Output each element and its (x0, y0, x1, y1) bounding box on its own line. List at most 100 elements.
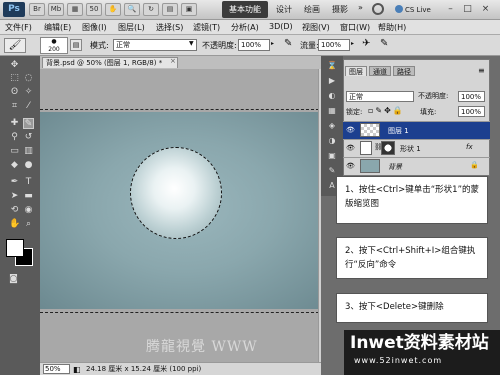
zoom-tool-icon[interactable]: 🔍 (124, 3, 140, 16)
vector-mask-thumbnail[interactable] (381, 141, 395, 155)
brush-size-picker[interactable]: ● 200 (40, 37, 68, 54)
eyedropper-tool-icon[interactable]: ⁄ (23, 101, 34, 112)
bridge-icon[interactable]: Br (29, 3, 45, 16)
arrange-documents-icon[interactable]: ▤ (162, 3, 178, 16)
fill-field[interactable]: 100% (458, 106, 485, 117)
shape-thumbnail[interactable] (360, 141, 372, 155)
mode-select[interactable]: 正常 (113, 39, 197, 51)
workspace-design-button[interactable]: 设计 (276, 4, 292, 15)
menu-window[interactable]: 窗口(W) (340, 22, 370, 33)
blend-mode-select[interactable]: 正常 (346, 91, 414, 102)
eye-icon[interactable]: 👁 (346, 126, 355, 135)
brush-tool-preset-icon[interactable]: 🖌 (4, 38, 26, 53)
menu-analysis[interactable]: 分析(A) (231, 22, 259, 33)
search-icon[interactable] (372, 3, 384, 15)
move-tool-icon[interactable]: ✥ (9, 60, 20, 71)
rotate-view-icon[interactable]: ↻ (143, 3, 159, 16)
swatches-panel-icon[interactable]: ▦ (325, 105, 339, 117)
eye-icon[interactable]: 👁 (346, 144, 355, 153)
path-selection-tool-icon[interactable]: ➤ (9, 191, 20, 202)
gradient-tool-icon[interactable]: ▥ (23, 146, 34, 157)
eye-icon[interactable]: 👁 (346, 162, 355, 171)
history-panel-icon[interactable]: ⌛ (325, 60, 339, 72)
layer-name[interactable]: 形状 1 (400, 144, 421, 154)
menu-3d[interactable]: 3D(D) (269, 22, 293, 31)
clone-stamp-tool-icon[interactable]: ⚲ (9, 132, 20, 143)
layer-name[interactable]: 图层 1 (388, 126, 409, 136)
cs-live-button[interactable]: CS Live (392, 3, 434, 17)
adjustments-panel-icon[interactable]: ◑ (325, 135, 339, 147)
actions-panel-icon[interactable]: ▶ (325, 75, 339, 87)
tab-channels[interactable]: 通道 (369, 66, 391, 76)
glass-sphere (130, 147, 222, 239)
instruction-step-1: 1、按住<Ctrl>键单击“形状1”的蒙版缩览图 (336, 176, 488, 224)
menu-file[interactable]: 文件(F) (5, 22, 32, 33)
eraser-tool-icon[interactable]: ▭ (9, 146, 20, 157)
menu-help[interactable]: 帮助(H) (378, 22, 406, 33)
pressure-size-icon[interactable]: ✎ (380, 38, 388, 49)
zoom-level-icon[interactable]: 50 (86, 3, 102, 16)
pen-tool-icon[interactable]: ✒ (9, 177, 20, 188)
zoom-field[interactable]: 50% (43, 364, 70, 374)
menu-edit[interactable]: 编辑(E) (44, 22, 71, 33)
background-thumbnail[interactable] (360, 159, 380, 173)
document-tab[interactable]: 背景.psd @ 50% (图层 1, RGB/8) * (42, 57, 178, 68)
flow-field[interactable]: 100% (318, 39, 350, 51)
panel-menu-icon[interactable]: ≡ (478, 66, 485, 75)
menu-filter[interactable]: 滤镜(T) (193, 22, 220, 33)
layer-thumbnail[interactable] (360, 123, 380, 137)
menu-layer[interactable]: 图层(L) (118, 22, 145, 33)
fx-icon[interactable]: fx (466, 143, 473, 151)
history-brush-tool-icon[interactable]: ↺ (23, 132, 34, 143)
masks-panel-icon[interactable]: ▣ (325, 150, 339, 162)
shape-tool-icon[interactable]: ▬ (23, 191, 34, 202)
layer-name[interactable]: 背景 (388, 162, 402, 172)
zoom-tool-icon[interactable]: ⌕ (23, 219, 34, 230)
menu-select[interactable]: 选择(S) (156, 22, 183, 33)
opacity-field[interactable]: 100% (238, 39, 270, 51)
workspace-more-button[interactable]: » (358, 3, 363, 12)
styles-panel-icon[interactable]: ◈ (325, 120, 339, 132)
brush-tool-icon[interactable]: ✎ (23, 118, 34, 129)
marquee-tool-icon[interactable]: ⬚ (9, 73, 20, 84)
workspace-photography-button[interactable]: 摄影 (332, 4, 348, 15)
brush-panel-toggle-icon[interactable]: ▤ (70, 39, 82, 51)
hand-tool-icon[interactable]: ✋ (105, 3, 121, 16)
3d-rotate-tool-icon[interactable]: ⟲ (9, 205, 20, 216)
status-menu-icon[interactable]: ◧ (73, 365, 81, 374)
lock-icon: 🔒 (470, 161, 479, 169)
menu-image[interactable]: 图像(I) (82, 22, 107, 33)
menu-view[interactable]: 视图(V) (302, 22, 330, 33)
airbrush-icon[interactable]: ✈ (362, 38, 370, 49)
lock-options-icon[interactable]: ▫✎✥🔒 (368, 106, 405, 115)
crop-tool-icon[interactable]: ⌗ (9, 101, 20, 112)
color-panel-icon[interactable]: ◐ (325, 90, 339, 102)
maximize-button[interactable]: □ (461, 3, 474, 16)
dodge-tool-icon[interactable]: ● (23, 160, 34, 171)
fill-label: 填充: (420, 108, 437, 116)
type-tool-icon[interactable]: T (23, 177, 34, 188)
close-icon[interactable]: × (170, 57, 176, 65)
quick-mask-icon[interactable]: ◙ (8, 274, 19, 285)
workspace-painting-button[interactable]: 绘画 (304, 4, 320, 15)
screen-mode-icon[interactable]: ▣ (181, 3, 197, 16)
opacity-slider-icon[interactable]: ▸ (271, 40, 274, 47)
spot-healing-tool-icon[interactable]: ✚ (9, 118, 20, 129)
workspace-essentials-button[interactable]: 基本功能 (222, 1, 268, 18)
layer-opacity-field[interactable]: 100% (458, 91, 485, 102)
blur-tool-icon[interactable]: ◆ (9, 160, 20, 171)
lasso-tool-icon[interactable]: ʘ (9, 87, 20, 98)
quick-select-tool-icon[interactable]: ✧ (23, 87, 34, 98)
tab-layers[interactable]: 图层 (345, 66, 367, 76)
hand-tool-icon[interactable]: ✋ (9, 219, 20, 230)
pressure-opacity-icon[interactable]: ✎ (284, 38, 292, 49)
flow-slider-icon[interactable]: ▸ (351, 40, 354, 47)
3d-camera-tool-icon[interactable]: ◉ (23, 205, 34, 216)
opacity-label: 不透明度: (202, 41, 237, 50)
close-button[interactable]: × (479, 3, 492, 16)
tab-paths[interactable]: 路径 (393, 66, 415, 76)
minimize-button[interactable]: – (444, 3, 457, 16)
minibridge-icon[interactable]: Mb (48, 3, 64, 16)
view-extras-icon[interactable]: ▦ (67, 3, 83, 16)
marquee-alt-tool-icon[interactable]: ◌ (23, 73, 34, 84)
